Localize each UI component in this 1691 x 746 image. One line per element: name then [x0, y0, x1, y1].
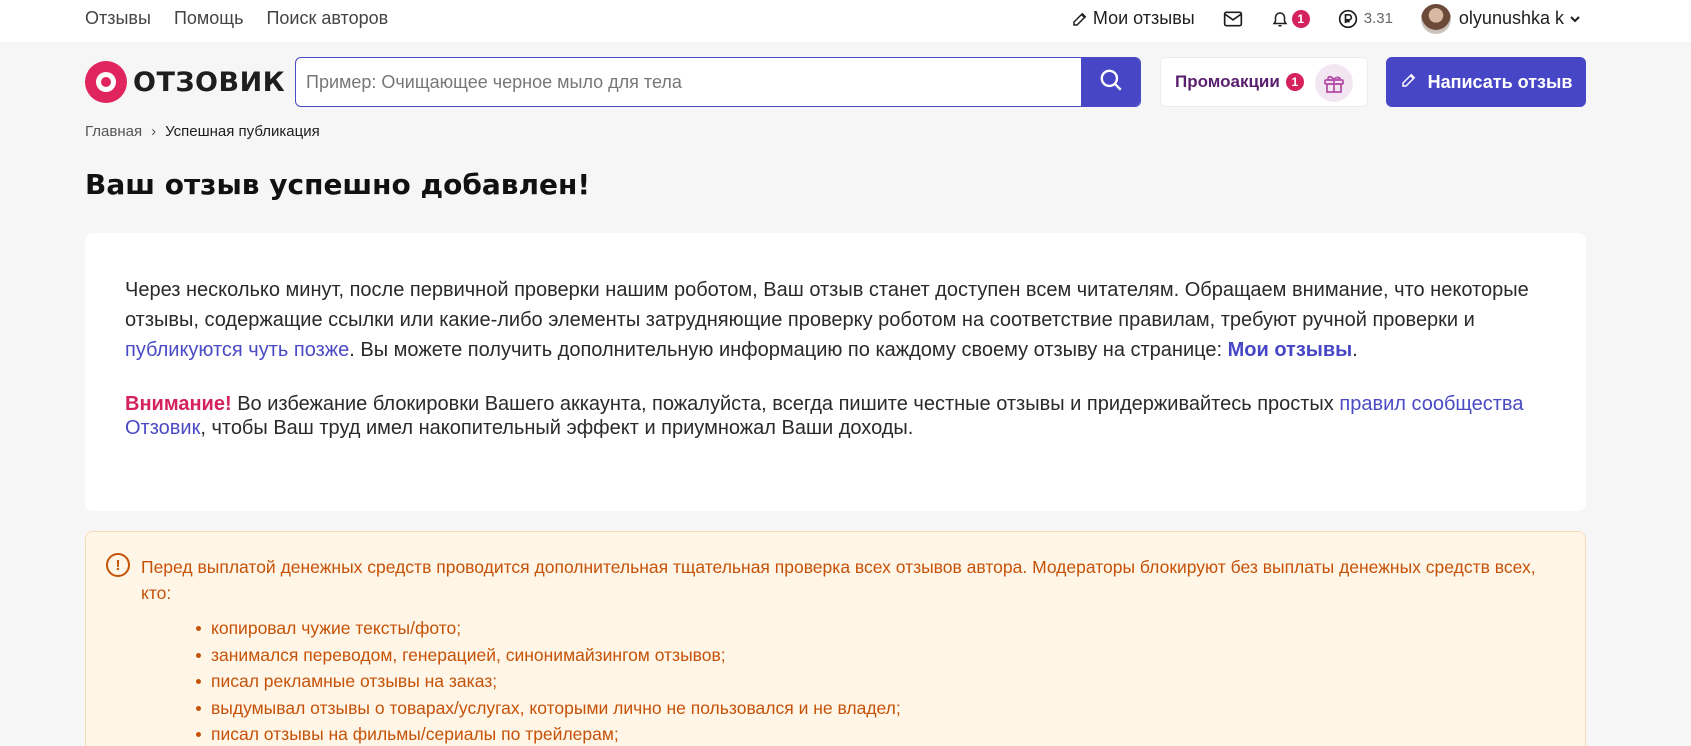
gift-icon	[1315, 64, 1353, 102]
notifications-badge: 1	[1291, 9, 1310, 28]
attention-text-2: , чтобы Ваш труд имел накопительный эффе…	[200, 417, 914, 439]
pencil-icon	[1400, 71, 1428, 94]
notifications-button[interactable]: 1	[1271, 9, 1310, 29]
payout-warning-box: ! Перед выплатой денежных средств провод…	[85, 531, 1586, 746]
search-input[interactable]	[296, 58, 1081, 106]
my-reviews-link[interactable]: Мои отзывы	[1071, 8, 1195, 29]
logo-icon	[85, 61, 127, 103]
success-text-2: . Вы можете получить дополнительную инфо…	[349, 339, 1228, 361]
messages-button[interactable]	[1223, 10, 1243, 28]
my-reviews-page-link[interactable]: Мои отзывы	[1228, 339, 1353, 361]
attention-message: Внимание! Во избежание блокировки Вашего…	[125, 392, 1546, 440]
avatar	[1420, 3, 1451, 34]
search-bar	[295, 57, 1141, 107]
success-text-1: Через несколько минут, после первичной п…	[125, 279, 1529, 331]
search-icon	[1098, 67, 1124, 98]
balance-value: 3.31	[1363, 10, 1393, 27]
promo-label: Промоакции	[1175, 72, 1280, 91]
warning-list: копировал чужие тексты/фото; занимался п…	[196, 615, 1565, 746]
bell-icon	[1271, 9, 1289, 29]
topnav-help-link[interactable]: Помощь	[174, 8, 244, 29]
list-item: выдумывал отзывы о товарах/услугах, кото…	[196, 695, 1565, 722]
list-item: писал отзывы на фильмы/сериалы по трейле…	[196, 721, 1565, 746]
breadcrumb-home-link[interactable]: Главная	[85, 123, 142, 140]
promo-badge: 1	[1285, 73, 1304, 91]
user-bar: Мои отзывы 1 3.31 olyunushka k	[1043, 0, 1581, 37]
balance-link[interactable]: 3.31	[1338, 9, 1393, 29]
write-review-button[interactable]: Написать отзыв	[1386, 57, 1586, 107]
search-button[interactable]	[1081, 58, 1140, 106]
mail-icon	[1223, 10, 1243, 28]
topnav-reviews-link[interactable]: Отзывы	[85, 8, 151, 29]
chevron-down-icon	[1569, 13, 1581, 25]
attention-text-1: Во избежание блокировки Вашего аккаунта,…	[231, 393, 1340, 415]
top-bar: Отзывы Помощь Поиск авторов Мои отзывы 1	[0, 0, 1691, 42]
list-item: занимался переводом, генерацией, синоним…	[196, 642, 1565, 669]
promo-button[interactable]: Промоакции 1	[1160, 57, 1368, 107]
warning-text: Перед выплатой денежных средств проводит…	[141, 557, 1536, 603]
pencil-icon	[1071, 10, 1089, 28]
breadcrumb: Главная › Успешная публикация	[85, 123, 320, 140]
site-logo[interactable]: ОТЗОВИК	[85, 61, 285, 103]
topnav-author-search-link[interactable]: Поиск авторов	[266, 8, 388, 29]
success-message: Через несколько минут, после первичной п…	[125, 275, 1546, 365]
ruble-coin-icon	[1338, 9, 1358, 29]
list-item: писал рекламные отзывы на заказ;	[196, 668, 1565, 695]
breadcrumb-separator: ›	[151, 123, 157, 140]
warning-header: ! Перед выплатой денежных средств провод…	[106, 553, 1565, 606]
attention-title: Внимание!	[125, 393, 232, 415]
logo-text: ОТЗОВИК	[133, 66, 286, 98]
top-nav: Отзывы Помощь Поиск авторов	[85, 0, 411, 37]
page-title: Ваш отзыв успешно добавлен!	[85, 168, 591, 201]
my-reviews-label: Мои отзывы	[1092, 8, 1195, 28]
success-text-end: .	[1352, 339, 1358, 361]
list-item: копировал чужие тексты/фото;	[196, 615, 1565, 642]
published-later-link[interactable]: публикуются чуть позже	[125, 339, 349, 361]
exclamation-circle-icon: !	[106, 553, 130, 577]
username: olyunushka k	[1458, 8, 1564, 28]
write-review-label: Написать отзыв	[1427, 71, 1573, 92]
success-card: Через несколько минут, после первичной п…	[85, 233, 1586, 511]
user-menu[interactable]: olyunushka k	[1420, 3, 1581, 34]
breadcrumb-current: Успешная публикация	[165, 123, 320, 140]
